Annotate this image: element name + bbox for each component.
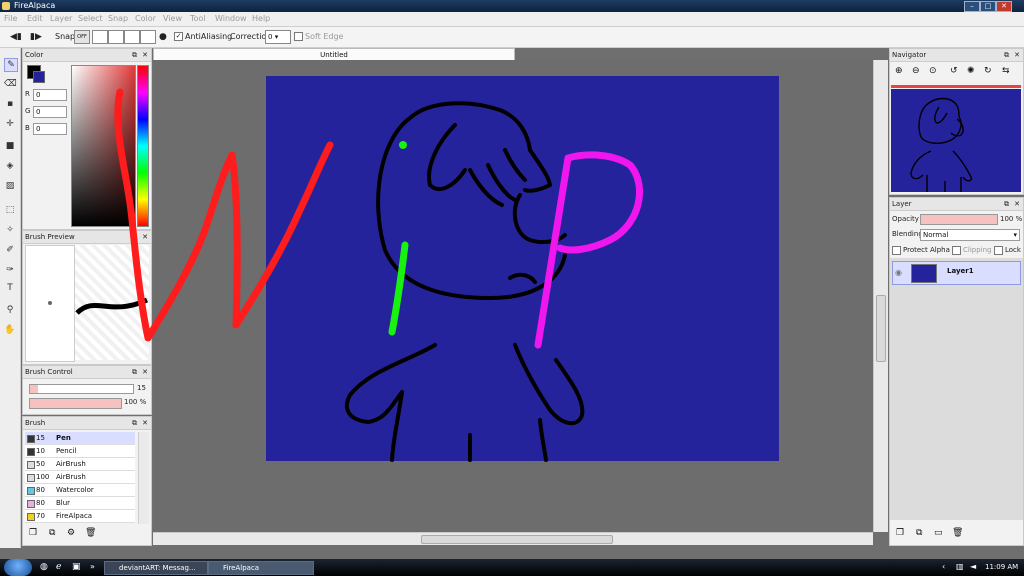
lock-label: Lock — [1005, 246, 1021, 254]
delete-layer-icon[interactable]: 🗑 — [952, 528, 963, 538]
clock: 11:09 AM — [985, 563, 1019, 571]
red-w-stroke — [114, 88, 334, 342]
navigator-panel: Navigator ⧉ ✕ ⊕ ⊖ ⊙ ↺ ✺ ↻ ⇆ — [889, 48, 1024, 195]
duplicate-layer-icon[interactable]: ⧉ — [916, 528, 922, 538]
layer-list: ◉ Layer1 — [890, 258, 1023, 520]
green-i-dot — [399, 141, 407, 149]
navigator-header: Navigator ⧉ ✕ — [890, 49, 1023, 62]
layer-opacity-slider[interactable] — [920, 214, 998, 225]
blending-value: Normal — [923, 231, 949, 239]
layer-header: Layer ⧉ ✕ — [890, 198, 1023, 211]
zoom-in-icon[interactable]: ⊕ — [895, 66, 903, 76]
navigator-artwork — [910, 97, 973, 192]
start-button[interactable] — [4, 559, 32, 576]
taskbar: ◍ ℯ ▣ » deviantART: Messag... FireAlpaca… — [0, 559, 1024, 576]
vertical-scrollbar[interactable] — [873, 60, 888, 532]
new-layer-icon[interactable]: ❐ — [896, 528, 904, 538]
eye-icon[interactable]: ◉ — [895, 268, 902, 277]
green-i-stroke — [388, 241, 409, 336]
overflow-icon[interactable]: » — [90, 562, 95, 571]
media-icon[interactable]: ▣ — [72, 562, 81, 572]
navigator-view-indicator — [891, 85, 1021, 88]
taskbar-item-deviantart[interactable]: deviantART: Messag... — [104, 561, 208, 575]
close-icon[interactable]: ✕ — [1014, 49, 1020, 61]
browser-icon[interactable]: ◍ — [40, 562, 48, 572]
navigator-thumbnail[interactable] — [891, 89, 1021, 192]
vertical-scroll-thumb[interactable] — [876, 295, 886, 362]
layer-name: Layer1 — [947, 267, 974, 275]
reset-rotation-icon[interactable]: ✺ — [967, 66, 975, 76]
protect-alpha-checkbox[interactable]: Protect Alpha — [892, 245, 950, 255]
folder-icon[interactable]: ▭ — [934, 528, 943, 538]
float-icon[interactable]: ⧉ — [1004, 49, 1009, 61]
magenta-p-stroke — [534, 151, 644, 349]
layer-opacity-value: 100 % — [1000, 215, 1023, 223]
flip-icon[interactable]: ⇆ — [1002, 66, 1010, 76]
layer-panel: Layer ⧉ ✕ Opacity 100 % Blending Normal ▾ P… — [889, 197, 1024, 546]
layer-panel-title: Layer — [892, 200, 912, 208]
protect-alpha-label: Protect Alpha — [903, 246, 950, 254]
blending-label: Blending — [892, 230, 923, 238]
clipping-label: Clipping — [963, 246, 992, 254]
chevron-down-icon: ▾ — [1013, 231, 1017, 239]
volume-icon[interactable]: ◄ — [970, 562, 976, 571]
close-icon[interactable]: ✕ — [1014, 198, 1020, 210]
rotate-left-icon[interactable]: ↺ — [950, 66, 958, 76]
float-icon[interactable]: ⧉ — [1004, 198, 1009, 210]
opacity-label: Opacity — [892, 215, 919, 223]
layer-row[interactable]: ◉ Layer1 — [892, 261, 1021, 285]
navigator-title: Navigator — [892, 51, 927, 59]
ie-icon[interactable]: ℯ — [56, 562, 61, 572]
zoom-fit-icon[interactable]: ⊙ — [929, 66, 937, 76]
artwork — [114, 88, 644, 462]
lock-checkbox[interactable]: Lock — [994, 245, 1021, 255]
blending-select[interactable]: Normal ▾ — [920, 229, 1020, 241]
layer-thumbnail — [911, 264, 937, 283]
tray-arrow-icon[interactable]: ‹ — [942, 562, 945, 571]
horizontal-scroll-thumb[interactable] — [421, 535, 613, 544]
network-icon[interactable]: ▥ — [956, 562, 964, 571]
rotate-right-icon[interactable]: ↻ — [984, 66, 992, 76]
taskbar-item-firealpaca[interactable]: FireAlpaca — [208, 561, 314, 575]
zoom-out-icon[interactable]: ⊖ — [912, 66, 920, 76]
horizontal-scrollbar[interactable] — [153, 532, 873, 545]
clipping-checkbox[interactable]: Clipping — [952, 245, 992, 255]
